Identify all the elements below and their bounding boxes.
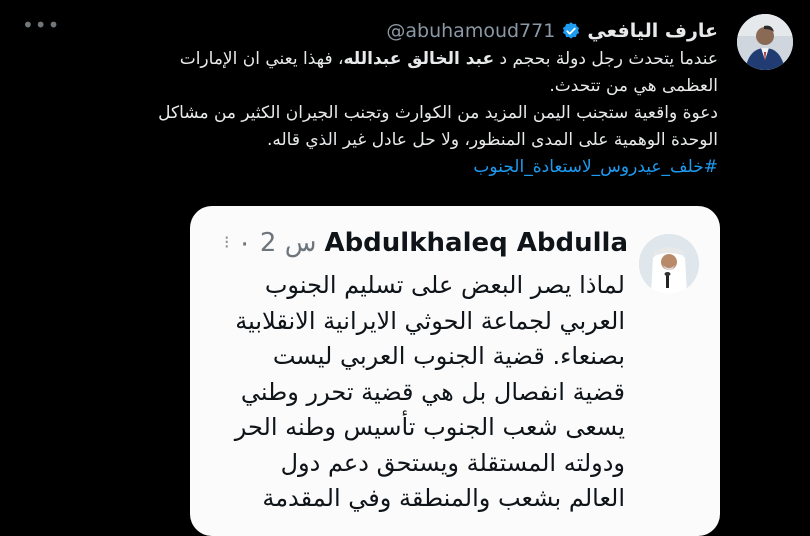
tweet-header: @abuhamoud771 عارف اليافعي [386, 18, 718, 44]
quoted-avatar-image [639, 234, 699, 294]
tweet-text-line: عندما يتحدث رجل دولة بحجم د عبد الخالق ع… [18, 46, 718, 73]
verified-badge-icon [563, 22, 580, 39]
mention-bold: عبد الخالق عبدالله [343, 49, 495, 69]
quoted-text-line: ودولته المستقلة ويستحق دعم دول [280, 448, 625, 477]
author-name[interactable]: عارف اليافعي [587, 20, 718, 42]
tweet-text: عندما يتحدث رجل دولة بحجم د عبد الخالق ع… [18, 46, 718, 181]
tweet-text-line: العظمى هي من تتحدث. [549, 76, 718, 96]
hashtag-link[interactable]: #خلف_عيدروس_لاستعادة_الجنوب [18, 154, 718, 181]
quoted-text-line: العربي لجماعة الحوثي الايرانية الانقلابي… [235, 306, 625, 335]
quoted-text-line: بصنعاء. قضية الجنوب العربي ليست [272, 342, 625, 370]
tweet-text-segment: عندما يتحدث رجل دولة بحجم د [494, 49, 718, 69]
quoted-author-name: Abdulkhaleq Abdulla [324, 228, 628, 258]
quoted-text-line: يسعى شعب الجنوب تأسيس وطنه الحر [234, 413, 625, 441]
author-handle[interactable]: @abuhamoud771 [386, 20, 555, 42]
quoted-tweet-text: لماذا يصر البعض على تسليم الجنوب العربي … [195, 268, 625, 517]
tweet-text-line: الوحدة الوهمية على المدى المنظور، ولا حل… [266, 130, 718, 150]
tweet-text-line: دعوة واقعية ستجنب اليمن المزيد من الكوار… [158, 103, 718, 123]
tweet-text-segment: ، فهذا يعني ان الإمارات [179, 49, 344, 69]
quoted-more-icon[interactable]: ⁝ [224, 234, 230, 252]
more-options-button[interactable]: ••• [22, 15, 59, 40]
quoted-author-avatar [639, 234, 699, 294]
quoted-timestamp: ٠ 2 س [237, 228, 317, 258]
quoted-tweet-card[interactable]: ⁝ ٠ 2 س Abdulkhaleq Abdulla لماذا يصر ال… [190, 206, 720, 536]
avatar[interactable] [737, 14, 793, 70]
tweet: ••• @abuhamoud771 عارف اليافعي عندما يتح… [0, 0, 810, 536]
quoted-text-line: لماذا يصر البعض على تسليم الجنوب [264, 271, 625, 299]
quoted-text-line: قضية انفصال بل هي قضية تحرر وطني [240, 377, 625, 406]
quoted-tweet-header: ⁝ ٠ 2 س Abdulkhaleq Abdulla [224, 228, 628, 258]
quoted-text-line: العالم بشعب والمنطقة وفي المقدمة [262, 484, 625, 512]
avatar-image [737, 14, 793, 70]
